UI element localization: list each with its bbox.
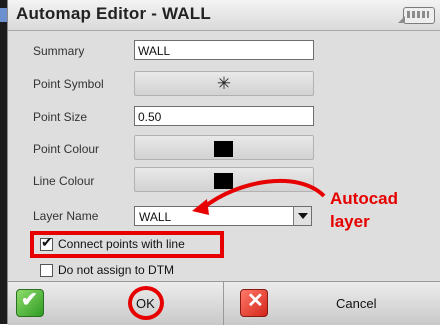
cancel-x-icon: ✕ — [240, 289, 268, 317]
bottom-button-bar: ✔ OK ✕ Cancel — [8, 281, 440, 325]
ok-button[interactable]: ✔ OK — [8, 282, 224, 325]
annotation-arrow — [192, 178, 326, 215]
cancel-label: Cancel — [336, 296, 377, 311]
annotation-arrow-curve — [201, 178, 326, 210]
annotation-arrow-head — [192, 199, 209, 215]
background-edge-mark — [0, 8, 7, 22]
automap-editor-window: Automap Editor - WALL Summary WALL Point… — [7, 0, 440, 325]
ok-check-icon: ✔ — [16, 289, 44, 317]
highlight-circle-ok — [128, 286, 164, 320]
cancel-button[interactable]: ✕ Cancel — [224, 282, 440, 325]
background-edge — [0, 0, 7, 324]
